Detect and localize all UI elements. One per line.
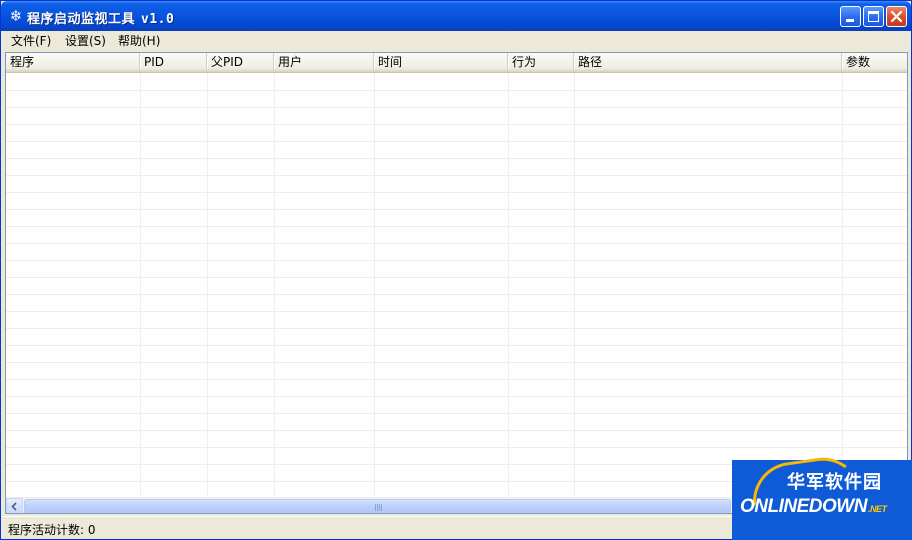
window-title-text: 程序启动监视工具 [27,12,136,27]
row-gridline [6,396,907,397]
column-user[interactable]: 用户 [274,53,375,72]
window-title: 程序启动监视工具 v1.0 [27,8,174,27]
menu-bar: 文件(F) 设置(S) 帮助(H) [2,31,910,51]
row-gridline [6,362,907,363]
watermark-en-text: ONLINEDOWN [740,496,867,517]
row-gridline [6,430,907,431]
minimize-icon [846,19,854,22]
row-gridline [6,447,907,448]
row-gridline [6,311,907,312]
grip-icon [375,504,382,511]
row-gridline [6,192,907,193]
close-icon [890,10,903,23]
column-parent-pid[interactable]: 父PID [207,53,275,72]
watermark-suffix: .NET [867,504,887,514]
process-list[interactable]: 程序 PID 父PID 用户 时间 行为 路径 参数 [5,52,908,514]
column-gridline [374,73,375,498]
status-count: 程序活动计数: 0 [8,523,96,537]
watermark-logo: 华军软件园 ONLINEDOWN.NET [732,452,912,540]
row-gridline [6,209,907,210]
column-gridline [508,73,509,498]
row-gridline [6,294,907,295]
maximize-button[interactable] [863,6,884,27]
list-body[interactable] [6,73,907,498]
window-version: v1.0 [141,12,175,27]
chevron-left-icon [11,502,17,511]
column-gridline [274,73,275,498]
column-args[interactable]: 参数 [842,53,907,72]
column-action[interactable]: 行为 [508,53,575,72]
list-header: 程序 PID 父PID 用户 时间 行为 路径 参数 [6,53,907,73]
menu-help[interactable]: 帮助(H) [116,33,162,49]
row-gridline [6,124,907,125]
column-gridline [140,73,141,498]
row-gridline [6,379,907,380]
menu-file[interactable]: 文件(F) [9,33,53,49]
row-gridline [6,328,907,329]
menu-settings[interactable]: 设置(S) [63,33,108,49]
main-window: ❄ 程序启动监视工具 v1.0 文件(F) 设置(S) 帮助(H) 程序 PID … [0,0,912,540]
column-time[interactable]: 时间 [374,53,509,72]
snowflake-icon: ❄ [9,7,23,25]
row-gridline [6,158,907,159]
watermark-cn: 华军软件园 [787,472,882,493]
column-gridline [574,73,575,498]
close-button[interactable] [886,6,907,27]
scrollbar-thumb[interactable] [24,499,731,513]
row-gridline [6,277,907,278]
minimize-button[interactable] [840,6,861,27]
row-gridline [6,345,907,346]
title-bar[interactable]: ❄ 程序启动监视工具 v1.0 [1,1,911,31]
column-gridline [207,73,208,498]
row-gridline [6,175,907,176]
row-gridline [6,141,907,142]
row-gridline [6,226,907,227]
column-gridline [842,73,843,498]
row-gridline [6,107,907,108]
column-pid[interactable]: PID [140,53,208,72]
column-path[interactable]: 路径 [574,53,843,72]
watermark-en: ONLINEDOWN.NET [740,496,887,518]
scroll-left-button[interactable] [6,498,23,513]
column-program[interactable]: 程序 [6,53,141,72]
row-gridline [6,260,907,261]
maximize-icon [868,11,879,22]
row-gridline [6,90,907,91]
row-gridline [6,243,907,244]
row-gridline [6,413,907,414]
